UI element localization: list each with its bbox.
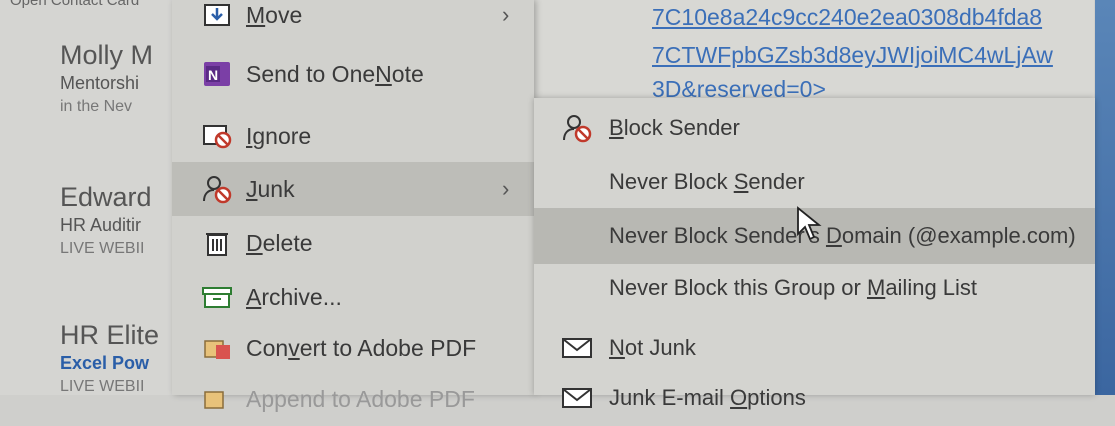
block-sender-icon — [560, 113, 594, 143]
context-menu: Move › N Send to OneNote Ignore Junk › D… — [172, 0, 534, 412]
menu-item-append-to-adobe-pdf[interactable]: Append to Adobe PDF — [172, 372, 534, 426]
menu-item-convert-to-adobe-pdf[interactable]: Convert to Adobe PDF — [172, 321, 534, 375]
menu-item-move[interactable]: Move › — [172, 0, 534, 42]
subject: HR Auditir — [60, 215, 142, 235]
menu-item-label: Delete — [246, 229, 313, 256]
sender-name: HR Elite — [60, 320, 160, 350]
link-text[interactable]: 7C10e8a24c9cc240e2ea0308db4fda8 — [652, 4, 1042, 31]
submenu-item-label: Not Junk — [609, 335, 696, 360]
menu-item-label: Archive... — [246, 283, 342, 310]
subject: Excel Pow — [60, 353, 150, 373]
submenu-item-junk-email-options[interactable]: Junk E-mail Options — [534, 370, 1095, 426]
menu-item-junk[interactable]: Junk › — [172, 162, 534, 216]
preview: LIVE WEBII — [60, 378, 145, 395]
message-body-links: 7C10e8a24c9cc240e2ea0308db4fda8 7CTWFpbG… — [534, 0, 1094, 100]
message-list: Open Contact Card Molly M Mentorshi in t… — [0, 0, 180, 395]
ignore-icon — [200, 121, 234, 151]
submenu-item-not-junk[interactable]: Not Junk — [534, 320, 1095, 376]
submenu-arrow-icon: › — [502, 2, 510, 27]
link-text[interactable]: 3D&reserved=0> — [652, 76, 826, 100]
adobe-pdf-icon — [200, 333, 234, 363]
subject: Mentorshi — [60, 73, 140, 93]
menu-item-label: Append to Adobe PDF — [246, 385, 475, 412]
open-contact-card-label[interactable]: Open Contact Card — [10, 0, 139, 9]
menu-item-archive[interactable]: Archive... — [172, 270, 534, 324]
mouse-pointer-icon — [796, 206, 822, 247]
preview: in the Nev — [60, 98, 133, 115]
junk-icon — [200, 174, 234, 204]
list-item[interactable]: Molly M Mentorshi in the Nev — [60, 40, 153, 119]
onenote-icon: N — [200, 59, 234, 89]
mail-options-icon — [560, 383, 594, 413]
submenu-item-label: Never Block Sender — [609, 169, 805, 194]
delete-icon — [200, 228, 234, 258]
submenu-item-label: Never Block this Group or Mailing List — [609, 275, 978, 300]
submenu-item-label: Junk E-mail Options — [609, 385, 806, 410]
menu-item-ignore[interactable]: Ignore — [172, 109, 534, 163]
menu-item-delete[interactable]: Delete — [172, 216, 534, 270]
menu-item-label: Convert to Adobe PDF — [246, 334, 477, 361]
desktop-edge — [1095, 0, 1115, 395]
menu-item-label: Send to OneNote — [246, 60, 424, 87]
menu-item-send-to-onenote[interactable]: N Send to OneNote — [172, 47, 534, 101]
submenu-item-never-block-sender[interactable]: Never Block Sender — [534, 154, 1095, 210]
submenu-item-never-block-group[interactable]: Never Block this Group or Mailing List — [534, 260, 1095, 316]
menu-item-label: Junk — [246, 175, 295, 202]
move-icon — [200, 0, 234, 30]
submenu-item-block-sender[interactable]: Block Sender — [534, 100, 1095, 156]
list-item[interactable]: Edward HR Auditir LIVE WEBII — [60, 182, 152, 261]
submenu-item-label: Block Sender — [609, 115, 740, 140]
menu-item-label: Ignore — [246, 122, 312, 149]
sender-name: Edward — [60, 182, 152, 212]
link-text[interactable]: 7CTWFpbGZsb3d8eyJWIjoiMC4wLjAw — [652, 42, 1053, 69]
archive-icon — [200, 282, 234, 312]
list-item[interactable]: HR Elite Excel Pow LIVE WEBII — [60, 320, 159, 399]
adobe-pdf-append-icon — [200, 384, 234, 414]
mail-icon — [560, 333, 594, 363]
sender-name: Molly M — [60, 40, 153, 70]
submenu-arrow-icon: › — [502, 176, 510, 201]
submenu-item-label: Never Block Sender's Domain (@example.co… — [609, 223, 1076, 248]
menu-item-label: Move — [246, 1, 303, 28]
preview: LIVE WEBII — [60, 240, 145, 257]
svg-text:N: N — [208, 67, 218, 83]
